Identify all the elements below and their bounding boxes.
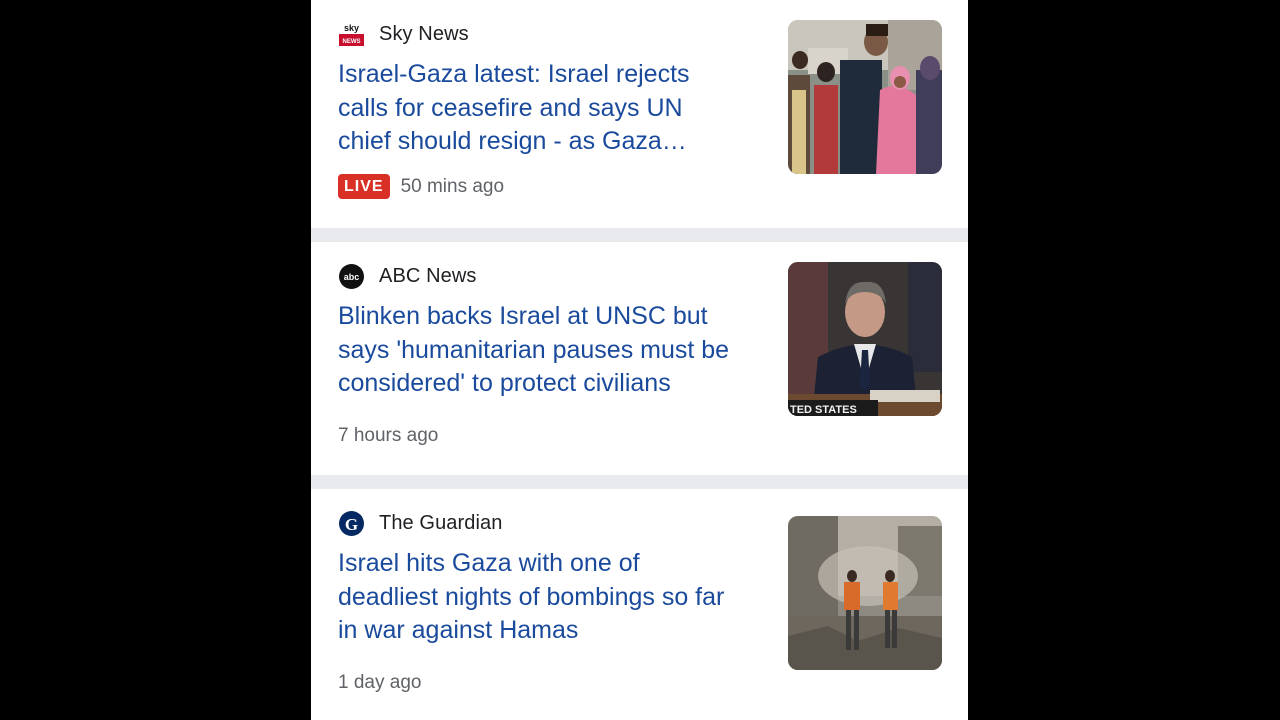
article-meta: 1 day ago — [338, 672, 421, 694]
headline-line: Israel-Gaza latest: Israel rejects — [338, 60, 690, 88]
news-card[interactable]: abc ABC News Blinken backs Israel at UNS… — [311, 242, 968, 475]
headline[interactable]: Israel-Gaza latest: Israel rejects calls… — [338, 58, 768, 159]
source-row: sky NEWS Sky News — [338, 20, 469, 48]
svg-text:abc: abc — [344, 272, 360, 282]
live-badge: LIVE — [338, 174, 390, 199]
headline-line: Israel hits Gaza with one of — [338, 549, 640, 577]
source-name: ABC News — [379, 264, 477, 287]
svg-text:sky: sky — [344, 23, 359, 33]
article-meta: 7 hours ago — [338, 425, 438, 447]
headline-line: Blinken backs Israel at UNSC but — [338, 302, 708, 330]
headline-line: deadliest nights of bombings so far — [338, 582, 725, 611]
article-meta: LIVE 50 mins ago — [338, 174, 504, 199]
source-row: G The Guardian — [338, 509, 503, 537]
headline-line: chief should resign - as Gaza… — [338, 127, 687, 155]
rubble-photo-image — [788, 516, 942, 670]
svg-text:TED STATES: TED STATES — [790, 404, 857, 416]
svg-text:G: G — [345, 515, 358, 534]
source-row: abc ABC News — [338, 262, 477, 290]
timestamp: 50 mins ago — [400, 175, 505, 197]
speaker-photo-image: TED STATES — [788, 262, 942, 416]
article-thumbnail[interactable]: TED STATES — [788, 262, 942, 416]
sky-news-logo-icon: sky NEWS — [339, 21, 364, 47]
news-card[interactable]: sky NEWS Sky News Israel-Gaza latest: Is… — [311, 0, 968, 228]
crowd-photo-image — [788, 20, 942, 174]
svg-text:NEWS: NEWS — [343, 39, 361, 45]
abc-news-logo-icon: abc — [339, 263, 364, 289]
source-name: Sky News — [379, 22, 469, 45]
headline-line: says 'humanitarian pauses must be — [338, 335, 730, 364]
news-feed: sky NEWS Sky News Israel-Gaza latest: Is… — [311, 0, 968, 720]
headline-line: in war against Hamas — [338, 616, 579, 644]
headline-line: considered' to protect civilians — [338, 369, 671, 397]
timestamp: 1 day ago — [338, 672, 422, 693]
guardian-logo-icon: G — [339, 510, 364, 536]
source-name: The Guardian — [379, 511, 503, 534]
article-thumbnail[interactable] — [788, 20, 942, 174]
timestamp: 7 hours ago — [338, 425, 439, 446]
headline[interactable]: Blinken backs Israel at UNSC but says 'h… — [338, 300, 778, 401]
headline-line: calls for ceasefire and says UN — [338, 93, 683, 122]
headline[interactable]: Israel hits Gaza with one of deadliest n… — [338, 547, 778, 648]
article-thumbnail[interactable] — [788, 516, 942, 670]
news-card[interactable]: G The Guardian Israel hits Gaza with one… — [311, 489, 968, 720]
